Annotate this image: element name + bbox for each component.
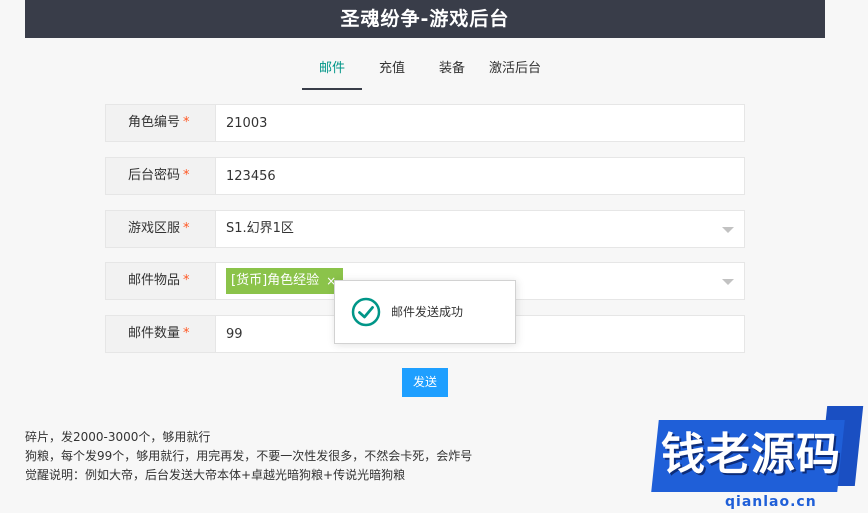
tab-recharge[interactable]: 充值	[370, 52, 414, 90]
page-title: 圣魂纷争-游戏后台	[340, 8, 510, 30]
required-mark: *	[183, 168, 190, 183]
tab-equipment[interactable]: 装备	[430, 52, 474, 90]
watermark-logo: 钱老源码 qianlao.cn	[647, 406, 868, 513]
success-toast: 邮件发送成功	[334, 280, 516, 344]
selected-item-tag: [货币]角色经验 ×	[226, 268, 344, 294]
tab-bar: 邮件 充值 装备 激活后台	[0, 52, 868, 90]
required-mark: *	[183, 115, 190, 130]
chevron-down-icon[interactable]	[722, 227, 734, 233]
server-selected-value: S1.幻界1区	[226, 221, 294, 236]
toast-message: 邮件发送成功	[391, 305, 464, 319]
mail-quantity-label: 邮件数量 *	[105, 315, 215, 353]
required-mark: *	[183, 326, 190, 341]
admin-password-row: 后台密码 *	[105, 157, 745, 195]
usage-notes: 碎片，发2000-3000个，够用就行 狗粮，每个发99个，够用就行，用完再发，…	[25, 428, 472, 485]
server-select[interactable]: S1.幻界1区	[215, 210, 745, 248]
note-line: 狗粮，每个发99个，够用就行，用完再发，不要一次性发很多，不然会卡死，会炸号	[25, 449, 473, 463]
admin-password-input[interactable]	[215, 157, 745, 195]
role-id-row: 角色编号 *	[105, 104, 745, 142]
admin-password-label: 后台密码 *	[105, 157, 215, 195]
role-id-label: 角色编号 *	[105, 104, 215, 142]
required-mark: *	[183, 273, 190, 288]
note-line: 碎片，发2000-3000个，够用就行	[25, 430, 211, 444]
chevron-down-icon[interactable]	[722, 279, 734, 285]
server-label: 游戏区服 *	[105, 210, 215, 248]
role-id-input[interactable]	[215, 104, 745, 142]
watermark-text: 钱老源码	[661, 429, 841, 480]
note-line: 觉醒说明：例如大帝，后台发送大帝本体+卓越光暗狗粮+传说光暗狗粮	[25, 468, 406, 482]
server-row: 游戏区服 * S1.幻界1区	[105, 210, 745, 248]
tab-mail[interactable]: 邮件	[302, 52, 362, 90]
mail-item-label: 邮件物品 *	[105, 262, 215, 300]
app-header: 圣魂纷争-游戏后台	[25, 0, 825, 38]
success-check-icon	[351, 297, 381, 327]
tab-activate-admin[interactable]: 激活后台	[484, 52, 546, 90]
watermark-url: qianlao.cn	[725, 494, 817, 510]
required-mark: *	[183, 221, 190, 236]
send-button[interactable]: 发送	[402, 368, 448, 397]
